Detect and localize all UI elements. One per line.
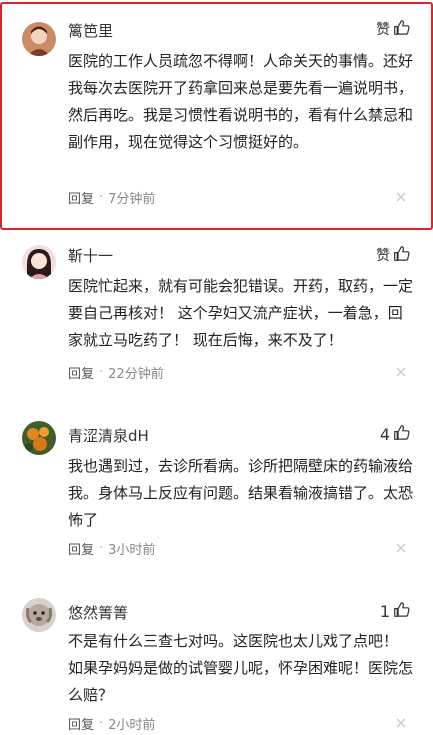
close-icon[interactable] xyxy=(396,192,406,202)
like-label: 4 xyxy=(379,424,390,444)
comment-meta: 回复 · 7分钟前 xyxy=(68,188,155,207)
comment-meta: 回复 · 22分钟前 xyxy=(68,363,164,382)
thumbs-up-icon xyxy=(393,424,410,445)
comment-text: 医院忙起来，就有可能会犯错误。开药，取药，一定要自己再核对！ 这个孕妇又流产症状… xyxy=(68,277,414,349)
close-icon[interactable] xyxy=(396,367,406,377)
user-avatar-icon[interactable] xyxy=(22,598,56,632)
separator-dot: · xyxy=(99,365,104,380)
reply-button[interactable]: 回复 xyxy=(68,539,94,558)
comment-item: 青涩清泉dH 4 我也遇到过，去诊所看病。诊所把隔壁床的药输液给我。身体马上反应… xyxy=(0,413,433,563)
timestamp: 22分钟前 xyxy=(108,367,164,382)
comment-item: 悠然箐箐 1 不是有什么三查七对吗。这医院也太儿戏了点吧！ 如果孕妈妈是做的试管… xyxy=(0,590,433,735)
reply-button[interactable]: 回复 xyxy=(68,188,94,207)
close-icon[interactable] xyxy=(396,543,406,553)
comment-text: 医院的工作人员疏忽不得啊！人命关天的事情。还好我每次去医院开了药拿回来总是要先看… xyxy=(68,52,414,151)
thumbs-up-icon xyxy=(393,601,410,622)
like-button[interactable]: 4 xyxy=(380,423,410,445)
comment-text: 不是有什么三查七对吗。这医院也太儿戏了点吧！ 如果孕妈妈是做的试管婴儿呢，怀孕困… xyxy=(68,632,414,704)
reply-button[interactable]: 回复 xyxy=(68,363,94,382)
thumbs-up-icon xyxy=(393,245,410,266)
separator-dot: · xyxy=(99,541,104,556)
reply-button[interactable]: 回复 xyxy=(68,714,94,733)
separator-dot: · xyxy=(99,716,104,731)
user-avatar-icon[interactable] xyxy=(22,22,56,56)
username[interactable]: 悠然箐箐 xyxy=(68,602,128,623)
user-avatar-icon[interactable] xyxy=(22,245,56,279)
like-label: 赞 xyxy=(376,22,390,38)
timestamp: 3小时前 xyxy=(108,543,156,558)
username[interactable]: 靳十一 xyxy=(68,245,113,266)
timestamp: 2小时前 xyxy=(108,718,156,733)
like-button[interactable]: 赞 xyxy=(376,244,410,266)
close-icon[interactable] xyxy=(396,718,406,728)
like-label: 赞 xyxy=(376,248,390,264)
username[interactable]: 青涩清泉dH xyxy=(68,425,149,446)
comment-list: 篱笆里 赞 医院的工作人员疏忽不得啊！人命关天的事情。还好我每次去医院开了药拿回… xyxy=(0,0,433,735)
thumbs-up-icon xyxy=(393,19,410,40)
like-label: 1 xyxy=(379,601,390,621)
comment-meta: 回复 · 2小时前 xyxy=(68,714,155,733)
like-button[interactable]: 1 xyxy=(380,600,410,622)
user-avatar-icon[interactable] xyxy=(22,421,56,455)
like-button[interactable]: 赞 xyxy=(376,18,410,40)
comment-item: 靳十一 赞 医院忙起来，就有可能会犯错误。开药，取药，一定要自己再核对！ 这个孕… xyxy=(0,237,433,397)
comment-meta: 回复 · 3小时前 xyxy=(68,539,155,558)
comment-text: 我也遇到过，去诊所看病。诊所把隔壁床的药输液给我。身体马上反应有问题。结果看输液… xyxy=(68,457,414,529)
separator-dot: · xyxy=(99,190,104,205)
comment-item: 篱笆里 赞 医院的工作人员疏忽不得啊！人命关天的事情。还好我每次去医院开了药拿回… xyxy=(0,2,433,230)
username[interactable]: 篱笆里 xyxy=(68,20,113,41)
timestamp: 7分钟前 xyxy=(108,192,156,207)
